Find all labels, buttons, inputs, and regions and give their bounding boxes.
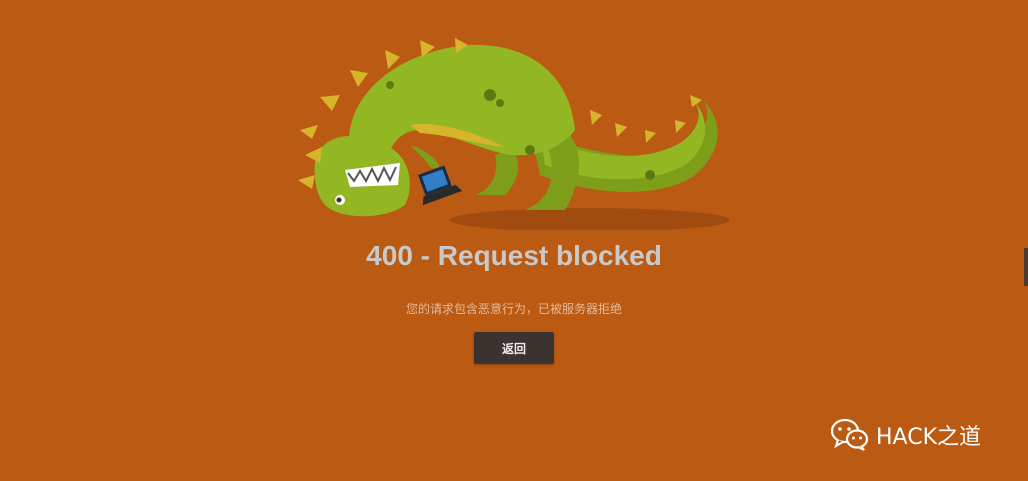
side-scroll-tab[interactable] — [1024, 248, 1028, 286]
error-title: 400 - Request blocked — [366, 240, 662, 271]
watermark-text: HACK之道 — [876, 425, 981, 450]
dinosaur-laptop-illustration — [298, 38, 730, 230]
back-button[interactable]: 返回 — [474, 332, 554, 364]
wechat-icon — [830, 418, 869, 451]
error-message: 您的请求包含恶意行为，已被服务器拒绝 — [405, 302, 622, 316]
wechat-watermark: HACK之道 — [830, 418, 981, 452]
